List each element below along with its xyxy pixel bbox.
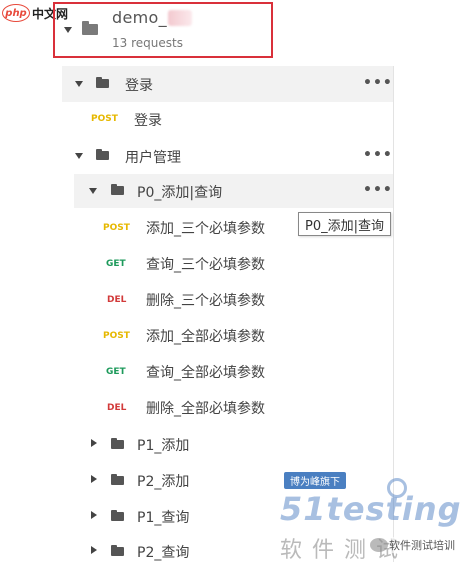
wechat-icon xyxy=(370,538,388,552)
folder-p1-query-icon xyxy=(111,512,124,521)
folder-login-more-button[interactable]: ••• xyxy=(363,75,393,91)
folder-p0-label: P0_添加|查询 xyxy=(137,185,223,201)
collection-name[interactable]: demo_ xyxy=(112,8,167,27)
request-delete-three-params[interactable]: 删除_三个必填参数 xyxy=(146,290,265,310)
collection-name-redacted xyxy=(168,10,192,26)
folder-p1-add-icon xyxy=(111,440,124,449)
folder-user-mgmt-caret-icon[interactable] xyxy=(75,153,83,159)
folder-user-mgmt-icon xyxy=(96,151,109,160)
folder-p1-query-label[interactable]: P1_查询 xyxy=(137,507,189,527)
folder-p0-icon xyxy=(111,186,124,195)
folder-login-label: 登录 xyxy=(125,78,153,94)
folder-p0-more-button[interactable]: ••• xyxy=(363,182,393,198)
folder-p2-add-icon xyxy=(111,476,124,485)
watermark-account: 软件测试培训 xyxy=(389,537,455,553)
folder-p2-query-icon xyxy=(111,547,124,556)
request-query-all-params[interactable]: 查询_全部必填参数 xyxy=(146,362,265,382)
request-method-badge: GET xyxy=(106,259,126,269)
request-method-badge: POST xyxy=(103,223,130,233)
request-method-badge: GET xyxy=(106,367,126,377)
collection-folder-icon xyxy=(82,24,98,35)
folder-p2-add-label[interactable]: P2_添加 xyxy=(137,471,189,491)
collection-expand-caret-icon[interactable] xyxy=(64,27,72,33)
request-method-badge: DEL xyxy=(107,403,127,413)
folder-p2-add-caret-icon[interactable] xyxy=(91,475,97,483)
folder-row-login[interactable] xyxy=(62,66,393,102)
folder-user-mgmt-more-button[interactable]: ••• xyxy=(363,147,393,163)
request-method-badge: DEL xyxy=(107,295,127,305)
folder-p1-add-label[interactable]: P1_添加 xyxy=(137,435,189,455)
folder-login-icon xyxy=(96,79,109,88)
request-add-three-params[interactable]: 添加_三个必填参数 xyxy=(146,218,265,238)
php-badge: php xyxy=(2,4,30,22)
request-add-all-params[interactable]: 添加_全部必填参数 xyxy=(146,326,265,346)
request-login[interactable]: 登录 xyxy=(134,110,162,130)
request-delete-all-params[interactable]: 删除_全部必填参数 xyxy=(146,398,265,418)
collection-request-count: 13 requests xyxy=(112,36,183,50)
folder-user-mgmt-label[interactable]: 用户管理 xyxy=(125,147,181,167)
folder-login-caret-icon[interactable] xyxy=(75,81,83,87)
watermark-magnifier-icon xyxy=(387,478,407,498)
folder-p0-caret-icon[interactable] xyxy=(89,188,97,194)
folder-name-tooltip: P0_添加|查询 xyxy=(298,212,391,236)
request-query-three-params[interactable]: 查询_三个必填参数 xyxy=(146,254,265,274)
folder-p2-query-caret-icon[interactable] xyxy=(91,546,97,554)
folder-p2-query-label[interactable]: P2_查询 xyxy=(137,542,189,562)
folder-p1-query-caret-icon[interactable] xyxy=(91,511,97,519)
watermark-banner: 博为峰旗下 xyxy=(284,472,346,489)
request-method-badge: POST xyxy=(103,331,130,341)
watermark-logo: 51testing xyxy=(280,490,462,528)
folder-p1-add-caret-icon[interactable] xyxy=(91,439,97,447)
request-method-badge: POST xyxy=(91,114,118,124)
